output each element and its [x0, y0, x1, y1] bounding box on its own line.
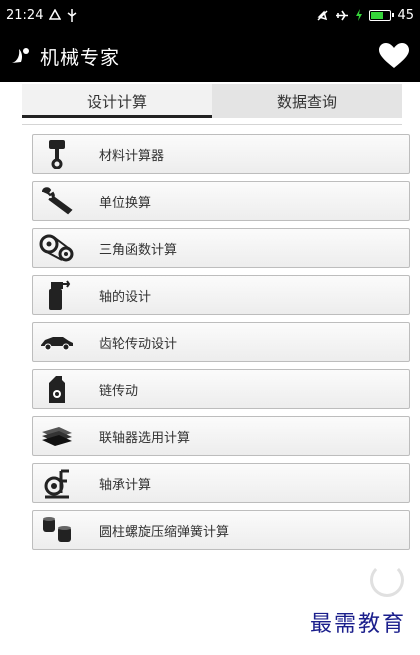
belt-pulley-icon	[33, 229, 81, 267]
watermark-text: 最需教育	[309, 612, 406, 637]
menu-item-label: 联轴器选用计算	[99, 430, 191, 446]
status-bar: 21:24 45	[0, 0, 420, 30]
spring-cylinders-icon	[33, 511, 81, 549]
drive-icon	[49, 9, 62, 20]
menu-item-label: 三角函数计算	[99, 242, 178, 258]
menu-item-label: 圆柱螺旋压缩弹簧计算	[99, 524, 230, 540]
sheets-icon	[33, 417, 81, 455]
menu-item-label: 单位换算	[99, 195, 152, 211]
charging-icon	[356, 9, 363, 21]
menu-item-unit-conversion[interactable]: 单位换算	[32, 181, 410, 221]
menu-list: 材料计算器 单位换算 三角函数计算 轴的设计 齿轮传动设计 链传动 联轴器选用计…	[32, 134, 410, 557]
mute-icon	[317, 9, 328, 21]
menu-item-label: 轴承计算	[99, 477, 152, 493]
menu-item-material-calculator[interactable]: 材料计算器	[32, 134, 410, 174]
bearing-stand-icon	[33, 464, 81, 502]
menu-item-gear-transmission-design[interactable]: 齿轮传动设计	[32, 322, 410, 362]
menu-item-coupling-selection[interactable]: 联轴器选用计算	[32, 416, 410, 456]
tab-divider	[22, 124, 402, 125]
menu-item-label: 材料计算器	[99, 148, 165, 164]
menu-item-chain-transmission[interactable]: 链传动	[32, 369, 410, 409]
menu-item-compression-spring-calculation[interactable]: 圆柱螺旋压缩弹簧计算	[32, 510, 410, 550]
loading-spinner-icon	[370, 563, 404, 597]
battery-level: 45	[397, 7, 414, 23]
car-icon	[33, 323, 81, 361]
battery-icon	[369, 9, 395, 21]
spray-bottle-icon	[33, 276, 81, 314]
tab-data-query[interactable]: 数据查询	[212, 84, 402, 118]
status-time: 21:24	[6, 7, 44, 23]
menu-item-trigonometric-calculation[interactable]: 三角函数计算	[32, 228, 410, 268]
favorite-heart-icon[interactable]	[378, 42, 410, 70]
menu-item-shaft-design[interactable]: 轴的设计	[32, 275, 410, 315]
menu-item-label: 轴的设计	[99, 289, 152, 305]
app-title: 机械专家	[40, 46, 121, 69]
menu-item-label: 链传动	[99, 383, 139, 399]
menu-item-bearing-calculation[interactable]: 轴承计算	[32, 463, 410, 503]
menu-item-label: 齿轮传动设计	[99, 336, 178, 352]
piston-icon	[33, 135, 81, 173]
airplane-icon	[336, 10, 349, 20]
oil-bottle-icon	[33, 370, 81, 408]
wrench-icon	[33, 182, 81, 220]
app-bar: 机械专家	[0, 30, 420, 82]
app-logo-icon	[12, 48, 29, 63]
usb-icon	[68, 8, 77, 22]
tab-design-calculation[interactable]: 设计计算	[22, 84, 212, 118]
tab-bar: 设计计算 数据查询	[22, 84, 402, 118]
